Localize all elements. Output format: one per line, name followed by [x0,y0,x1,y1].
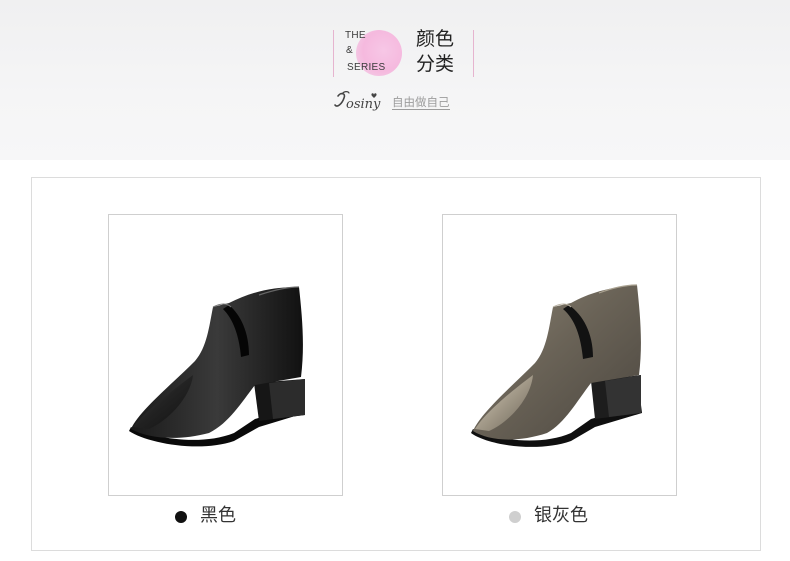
product-card-silver-gray[interactable] [442,214,677,496]
section-title-line2: 分类 [416,53,455,75]
header-divider-left [333,30,334,77]
brand-logo: osiny [334,91,381,112]
swatch-silver-gray [509,511,521,523]
svg-text:osiny: osiny [346,97,381,112]
product-card-black[interactable] [108,214,343,496]
section-title-line1: 颜色 [416,28,455,50]
boot-image-silver-gray [471,284,642,447]
header-divider-right [473,30,474,77]
color-label-silver-gray: 银灰色 [534,505,588,526]
brand-slogan: 自由做自己 [392,95,450,110]
color-label-black: 黑色 [200,505,236,526]
series-text-the: THE [345,30,366,41]
series-text-series: SERIES [347,62,386,73]
series-text-ampersand: & [346,45,353,56]
boot-image-black [129,286,305,447]
header-background [0,0,790,160]
swatch-black [175,511,187,523]
